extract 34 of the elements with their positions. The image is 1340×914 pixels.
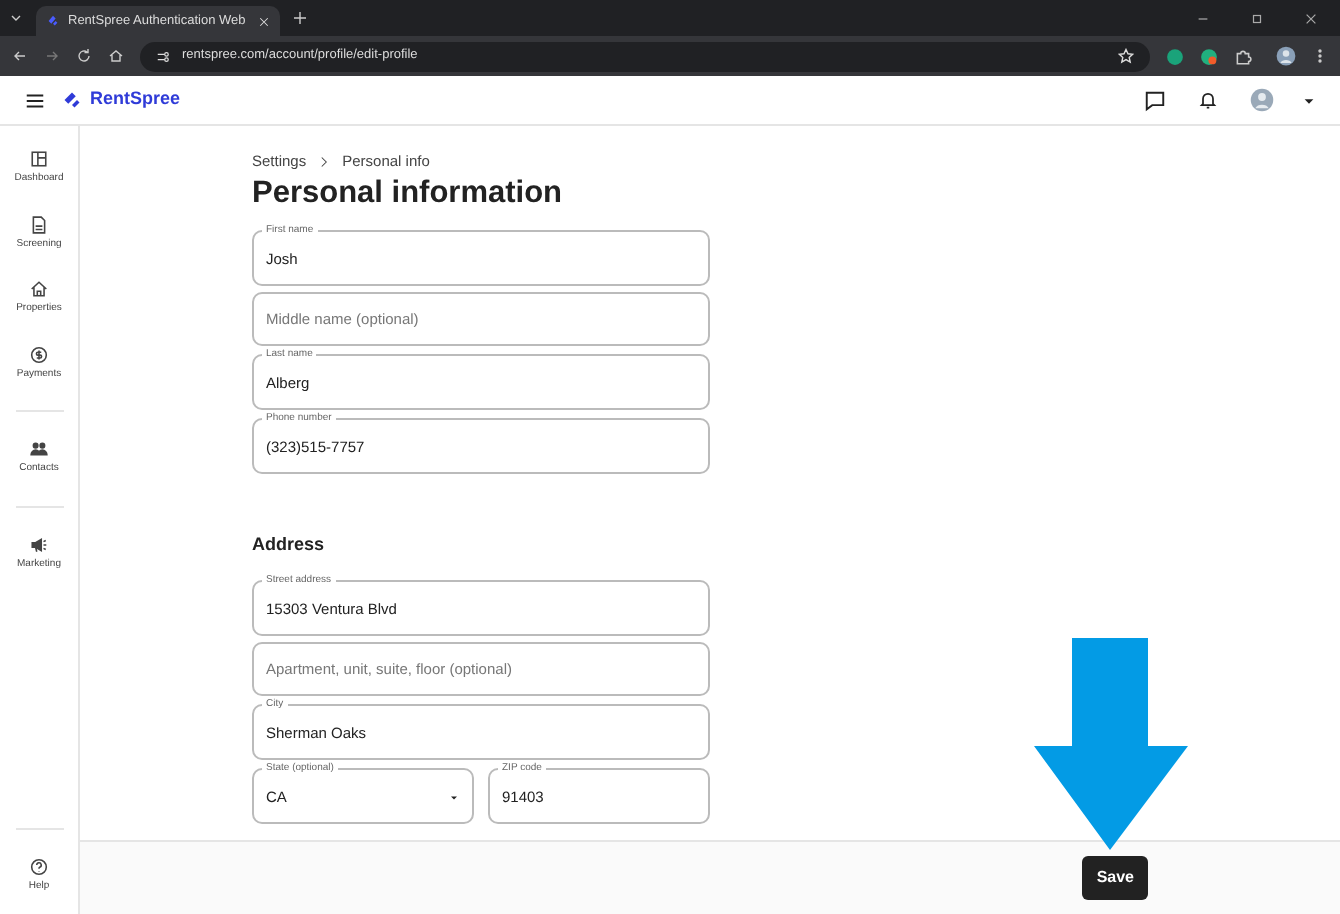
avatar-icon[interactable]: [1276, 46, 1296, 66]
star-icon[interactable]: [1118, 48, 1134, 64]
logo-text[interactable]: RentSpree: [90, 86, 181, 114]
chevron-icon: [318, 155, 331, 168]
chat-icon[interactable]: [1144, 89, 1166, 111]
extension-icon[interactable]: [1200, 47, 1218, 65]
extension-icon[interactable]: [1166, 47, 1184, 65]
caret-icon: [448, 791, 460, 804]
dashboard-icon: [30, 150, 48, 168]
section-heading: Address: [252, 533, 327, 556]
house-icon: [29, 280, 48, 298]
puzzle-icon[interactable]: [1234, 47, 1252, 65]
more-icon[interactable]: [1312, 48, 1328, 64]
menu-icon[interactable]: [24, 89, 46, 111]
caret-icon[interactable]: [1302, 93, 1316, 107]
maximize-icon[interactable]: [1250, 11, 1264, 25]
plus-icon[interactable]: [292, 10, 308, 26]
page-title: Personal information: [252, 176, 565, 214]
help-icon: [29, 857, 48, 875]
reload-icon[interactable]: [76, 48, 92, 64]
home-icon[interactable]: [108, 48, 124, 64]
caret-icon[interactable]: [8, 10, 24, 26]
document-icon: [29, 215, 48, 233]
close-icon[interactable]: [1304, 11, 1318, 25]
back-icon[interactable]: [12, 48, 28, 64]
bell-icon[interactable]: [1198, 90, 1218, 110]
people-icon: [29, 440, 48, 458]
forward-icon[interactable]: [44, 48, 60, 64]
site-settings-icon[interactable]: [156, 49, 170, 63]
logo-icon: [62, 90, 82, 110]
megaphone-icon: [29, 535, 48, 553]
logo-icon: [46, 14, 60, 28]
save-button[interactable]: Save: [1082, 856, 1148, 900]
dollar-icon: [29, 345, 48, 363]
